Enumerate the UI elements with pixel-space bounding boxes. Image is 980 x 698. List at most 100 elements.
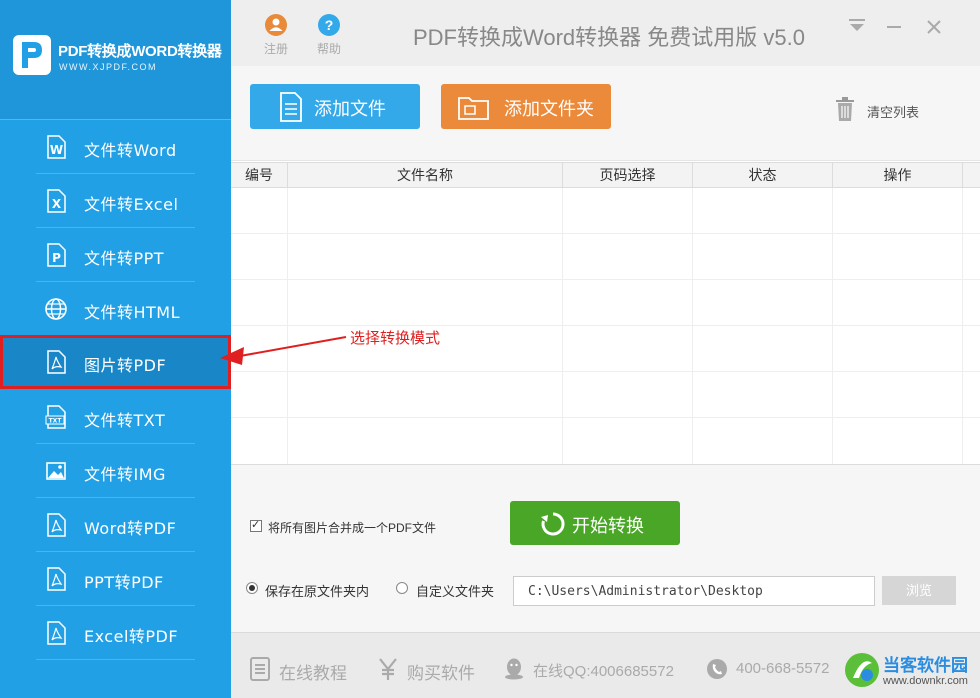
sidebar-item-label: 文件转Excel <box>84 195 179 214</box>
close-icon[interactable] <box>923 16 945 38</box>
sidebar-item-label: Excel转PDF <box>84 627 179 646</box>
sidebar-item-label: Word转PDF <box>84 519 177 538</box>
file-table: 编号 文件名称 页码选择 状态 操作 <box>231 162 980 464</box>
qq-icon <box>505 658 523 680</box>
pdf-file-icon <box>47 621 66 645</box>
sidebar-item-file-to-img[interactable]: 文件转IMG <box>0 444 231 498</box>
column-divider <box>692 188 693 464</box>
toolbar: 添加文件 添加文件夹 清空列表 <box>231 66 980 161</box>
save-custom-radio[interactable] <box>396 582 408 594</box>
sidebar-item-word-to-pdf[interactable]: Word转PDF <box>0 498 231 552</box>
column-divider <box>287 188 288 464</box>
sidebar-item-file-to-txt[interactable]: TXT 文件转TXT <box>0 390 231 444</box>
ppt-file-icon: P <box>47 243 66 267</box>
column-header-filename[interactable]: 文件名称 <box>288 163 563 188</box>
column-header-page-select[interactable]: 页码选择 <box>563 163 693 188</box>
txt-file-icon: TXT <box>45 405 66 429</box>
sidebar-item-file-to-html[interactable]: 文件转HTML <box>0 282 231 336</box>
sidebar-item-label: 文件转HTML <box>84 303 181 322</box>
sidebar-item-image-to-pdf[interactable]: 图片转PDF <box>0 335 231 389</box>
trash-icon <box>836 97 854 121</box>
add-file-button[interactable]: 添加文件 <box>250 84 420 129</box>
sidebar-item-file-to-excel[interactable]: X 文件转Excel <box>0 174 231 228</box>
minimize-icon[interactable] <box>883 16 905 38</box>
svg-text:P: P <box>52 251 61 265</box>
pdf-file-icon <box>47 513 66 537</box>
sidebar-item-label: 文件转PPT <box>84 249 165 268</box>
globe-icon <box>45 298 67 320</box>
table-header: 编号 文件名称 页码选择 状态 操作 <box>231 162 980 188</box>
output-path-input[interactable] <box>513 576 875 606</box>
pdf-file-icon <box>47 350 66 374</box>
table-row <box>231 371 980 372</box>
table-row <box>231 325 980 326</box>
column-divider <box>832 188 833 464</box>
add-folder-button[interactable]: 添加文件夹 <box>441 84 611 129</box>
online-tutorial-label: 在线教程 <box>279 664 347 683</box>
sidebar-item-ppt-to-pdf[interactable]: PPT转PDF <box>0 552 231 606</box>
app-logo-icon <box>13 35 51 75</box>
table-row <box>231 233 980 234</box>
book-icon <box>250 657 270 681</box>
svg-text:X: X <box>52 197 62 211</box>
start-convert-button[interactable]: 开始转换 <box>510 501 680 545</box>
refresh-icon <box>541 512 565 536</box>
column-header-action[interactable]: 操作 <box>833 163 963 188</box>
sidebar-item-label: 文件转TXT <box>84 411 166 430</box>
table-row <box>231 417 980 418</box>
sidebar-item-label: 文件转IMG <box>84 465 166 484</box>
svg-text:W: W <box>50 143 63 157</box>
watermark-logo-icon <box>845 653 879 687</box>
sidebar-item-label: PPT转PDF <box>84 573 164 592</box>
watermark-name: 当客软件园 <box>883 656 968 675</box>
sidebar-item-label: 图片转PDF <box>84 356 167 375</box>
options-panel: 将所有图片合并成一个PDF文件 开始转换 保存在原文件夹内 自定义文件夹 浏览 <box>231 464 980 632</box>
yen-icon <box>379 658 397 680</box>
merge-images-label[interactable]: 将所有图片合并成一个PDF文件 <box>268 519 436 536</box>
save-original-radio[interactable] <box>246 582 258 594</box>
document-icon <box>280 92 302 122</box>
app-title: PDF转换成Word转换器 免费试用版 v5.0 <box>413 25 805 50</box>
column-header-number[interactable]: 编号 <box>231 163 288 188</box>
merge-images-checkbox[interactable] <box>250 518 262 532</box>
logo-area: PDF转换成WORD转换器 WWW.XJPDF.COM <box>0 0 231 120</box>
online-qq-label: 在线QQ:4006685572 <box>533 663 674 680</box>
add-file-label: 添加文件 <box>314 99 386 119</box>
user-icon <box>265 14 287 36</box>
sidebar: PDF转换成WORD转换器 WWW.XJPDF.COM W 文件转Word X … <box>0 0 231 698</box>
save-original-label[interactable]: 保存在原文件夹内 <box>265 581 369 600</box>
phone-label: 400-668-5572 <box>736 660 830 677</box>
buy-software-label: 购买软件 <box>407 664 475 683</box>
footer: 在线教程 购买软件 在线QQ:4006685572 400-668-5572 当… <box>231 632 980 698</box>
column-divider <box>962 188 963 464</box>
excel-file-icon: X <box>47 189 66 213</box>
browse-button[interactable]: 浏览 <box>882 576 956 605</box>
add-folder-label: 添加文件夹 <box>504 99 594 119</box>
app-logo-title: PDF转换成WORD转换器 <box>58 43 222 60</box>
start-convert-label: 开始转换 <box>572 516 644 536</box>
title-bar: 注册 ? 帮助 PDF转换成Word转换器 免费试用版 v5.0 <box>231 0 980 66</box>
image-icon <box>46 462 66 480</box>
sidebar-item-file-to-ppt[interactable]: P 文件转PPT <box>0 228 231 282</box>
pdf-file-icon <box>47 567 66 591</box>
divider <box>36 659 195 660</box>
svg-text:TXT: TXT <box>49 418 63 425</box>
column-divider <box>562 188 563 464</box>
phone-icon <box>707 659 727 679</box>
table-row <box>231 279 980 280</box>
sidebar-item-file-to-word[interactable]: W 文件转Word <box>0 120 231 174</box>
sidebar-item-excel-to-pdf[interactable]: Excel转PDF <box>0 606 231 660</box>
column-header-status[interactable]: 状态 <box>693 163 833 188</box>
help-button[interactable]: ? 帮助 <box>309 14 349 57</box>
dropdown-menu-icon[interactable] <box>846 16 868 38</box>
register-button[interactable]: 注册 <box>256 14 296 57</box>
sidebar-item-label: 文件转Word <box>84 141 177 160</box>
save-custom-label[interactable]: 自定义文件夹 <box>416 581 494 600</box>
clear-list-label: 清空列表 <box>867 105 920 120</box>
word-file-icon: W <box>47 135 66 159</box>
help-icon: ? <box>318 14 340 36</box>
app-logo-url: WWW.XJPDF.COM <box>59 62 157 72</box>
help-label: 帮助 <box>316 42 341 56</box>
register-label: 注册 <box>263 42 288 56</box>
watermark-url: www.downkr.com <box>883 675 968 687</box>
